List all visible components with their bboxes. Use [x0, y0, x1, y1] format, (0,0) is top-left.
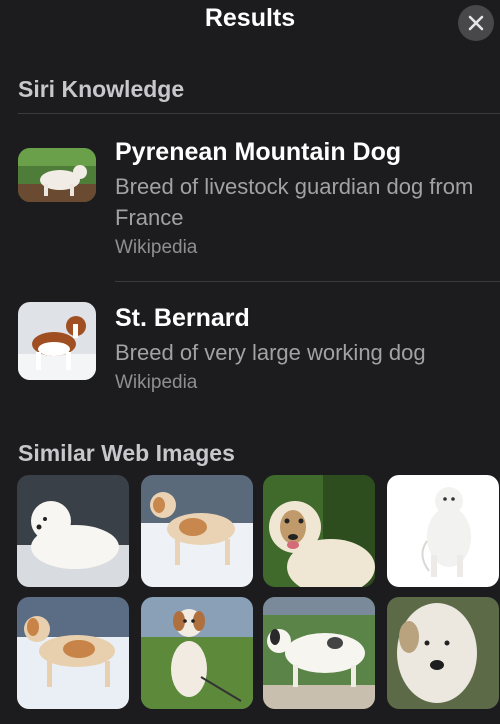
image-tile[interactable] — [17, 475, 129, 587]
knowledge-result-pyrenean[interactable]: Pyrenean Mountain Dog Breed of livestock… — [0, 130, 500, 280]
image-tile[interactable] — [387, 475, 499, 587]
result-description: Breed of livestock guardian dog from Fra… — [115, 174, 474, 230]
siri-knowledge-heading: Siri Knowledge — [18, 76, 185, 102]
result-source: Wikipedia — [115, 237, 198, 258]
result-thumbnail — [18, 302, 96, 380]
similar-images-heading: Similar Web Images — [18, 440, 235, 466]
image-tile[interactable] — [141, 597, 253, 709]
close-icon — [468, 15, 484, 31]
result-thumbnail — [18, 148, 96, 202]
image-tile[interactable] — [387, 597, 499, 709]
image-tile[interactable] — [263, 597, 375, 709]
section-divider — [18, 113, 500, 114]
image-tile[interactable] — [263, 475, 375, 587]
result-title: Pyrenean Mountain Dog — [115, 138, 402, 166]
result-title: St. Bernard — [115, 304, 250, 332]
result-description: Breed of very large working dog — [115, 340, 426, 365]
close-button[interactable] — [458, 5, 494, 41]
result-divider — [115, 281, 500, 282]
page-title: Results — [204, 4, 296, 32]
results-header: Results — [0, 0, 500, 42]
image-tile[interactable] — [141, 475, 253, 587]
image-tile[interactable] — [17, 597, 129, 709]
knowledge-result-st-bernard[interactable]: St. Bernard Breed of very large working … — [0, 298, 500, 398]
result-source: Wikipedia — [115, 372, 198, 393]
